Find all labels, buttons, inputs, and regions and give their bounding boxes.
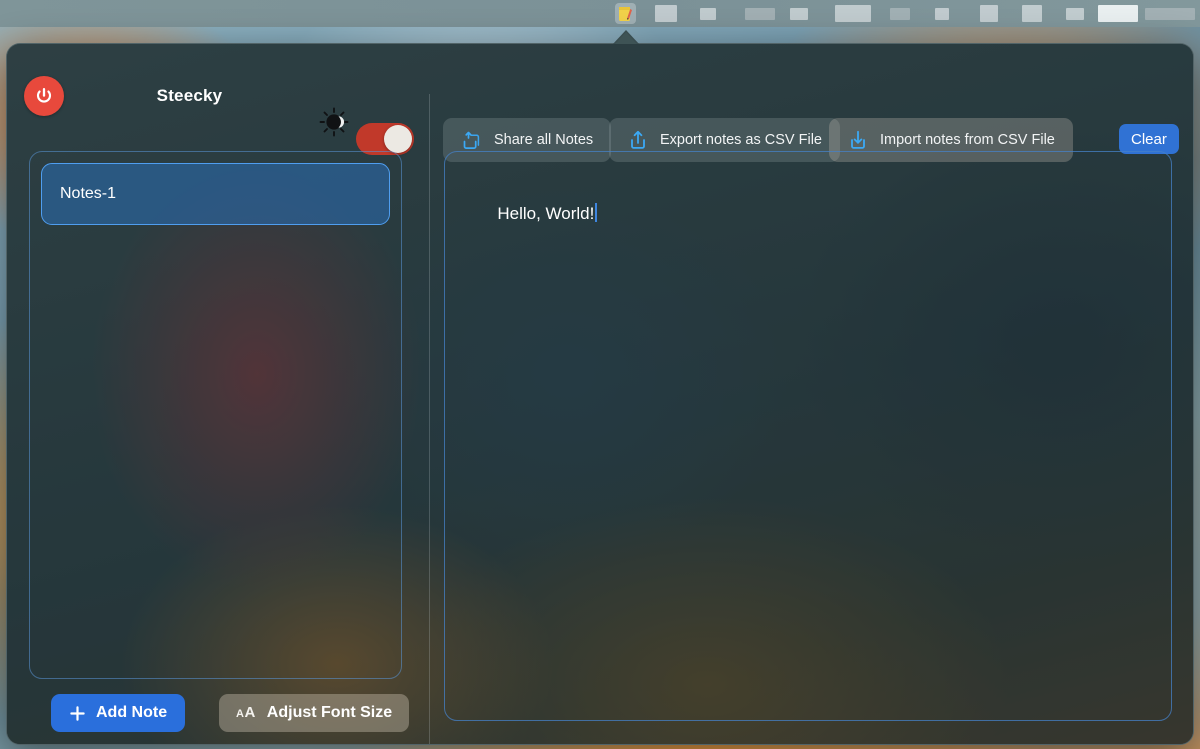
clear-button[interactable]: Clear: [1119, 124, 1179, 154]
adjust-font-size-button[interactable]: AA Adjust Font Size: [219, 694, 410, 732]
plus-icon: [69, 705, 86, 722]
menu-bar-item[interactable]: [700, 8, 716, 20]
page-title: Steecky: [156, 86, 223, 105]
aa-icon: AA: [236, 704, 256, 721]
share-up-arrow-icon: [627, 129, 649, 151]
menu-bar-item[interactable]: [935, 8, 949, 20]
import-csv-label: Import notes from CSV File: [880, 132, 1055, 148]
system-menu-bar: [0, 0, 1200, 27]
menu-bar-item[interactable]: [655, 5, 677, 22]
menu-bar-item[interactable]: [745, 8, 775, 20]
menu-bar-item[interactable]: [1022, 5, 1042, 22]
export-csv-label: Export notes as CSV File: [660, 132, 822, 148]
text-caret: [595, 202, 598, 222]
sun-moon-icon: [317, 105, 351, 139]
notes-app-menubar-icon[interactable]: [615, 3, 636, 24]
menu-bar-clock[interactable]: [1098, 5, 1138, 22]
menu-bar-item[interactable]: [1066, 8, 1084, 20]
menu-bar-item[interactable]: [790, 8, 808, 20]
app-window: Steecky Share all Notes Export notes as …: [6, 43, 1194, 745]
power-icon: [36, 88, 52, 103]
pane-divider: [429, 94, 430, 744]
app-header: Steecky Share all Notes Export notes as …: [7, 44, 1193, 162]
note-editor-content: Hello, World!: [497, 203, 595, 223]
menu-bar-item[interactable]: [835, 5, 871, 22]
menu-bar-item[interactable]: [980, 5, 998, 22]
share-all-notes-label: Share all Notes: [494, 132, 594, 148]
adjust-font-size-label: Adjust Font Size: [266, 704, 393, 721]
menu-bar-item[interactable]: [1145, 8, 1195, 20]
add-note-label: Add Note: [96, 704, 168, 721]
note-editor-text: Hello, World!: [469, 178, 1147, 249]
power-button[interactable]: [24, 76, 64, 116]
list-item[interactable]: Notes-1: [41, 163, 390, 225]
menu-bar-blur: [0, 0, 1200, 27]
note-editor[interactable]: Hello, World!: [444, 151, 1172, 721]
add-note-button[interactable]: Add Note: [51, 694, 186, 732]
import-down-arrow-icon: [847, 129, 869, 151]
share-stack-icon: [461, 129, 483, 151]
toggle-knob: [384, 125, 412, 153]
popover-notch-inner: [614, 32, 638, 44]
menu-bar-item[interactable]: [890, 8, 910, 20]
popover-notch: [612, 28, 640, 44]
note-title: Notes-1: [60, 185, 117, 202]
notes-list: Notes-1: [29, 151, 402, 679]
